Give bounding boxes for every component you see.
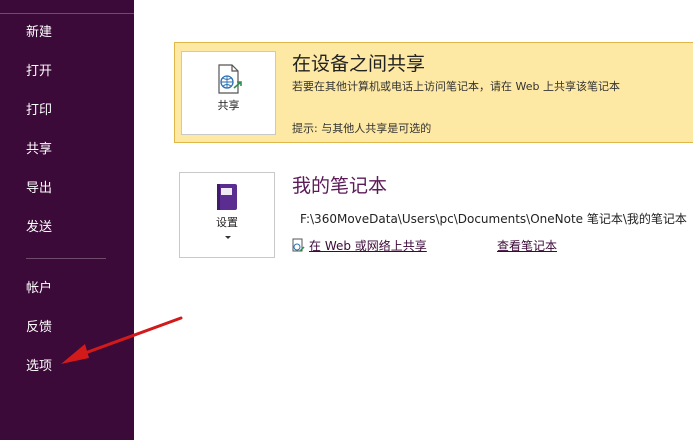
notebook-settings-label: 设置: [216, 216, 238, 229]
nav-open[interactable]: 打开: [26, 63, 52, 81]
share-web-icon: [292, 238, 305, 252]
share-button[interactable]: 共享: [181, 51, 276, 135]
share-card-description: 若要在其他计算机或电话上访问笔记本，请在 Web 上共享该笔记本: [292, 80, 620, 93]
nav-print[interactable]: 打印: [26, 102, 52, 120]
nav-feedback[interactable]: 反馈: [26, 319, 52, 337]
nav-account[interactable]: 帐户: [26, 280, 52, 298]
chevron-down-icon: [225, 236, 231, 239]
backstage-sidebar: 新建 打开 打印 共享 导出 发送 帐户 反馈 选项: [0, 0, 134, 440]
globe-share-icon: [218, 64, 242, 94]
share-button-label: 共享: [217, 99, 240, 112]
notebook-icon: [217, 184, 237, 210]
nav-send[interactable]: 发送: [26, 219, 52, 237]
notebook-path: F:\360MoveData\Users\pc\Documents\OneNot…: [300, 212, 687, 226]
share-card-title: 在设备之间共享: [292, 53, 426, 75]
share-card-hint: 提示: 与其他人共享是可选的: [292, 122, 432, 135]
sidebar-top-divider: [0, 0, 134, 14]
nav-new[interactable]: 新建: [26, 24, 52, 42]
nav-export[interactable]: 导出: [26, 180, 52, 198]
notebook-title: 我的笔记本: [292, 175, 388, 197]
view-notebook-link[interactable]: 查看笔记本: [497, 238, 557, 254]
notebook-settings-button[interactable]: 设置: [179, 172, 275, 258]
sidebar-divider: [26, 258, 106, 259]
share-between-devices-card: 共享 在设备之间共享 若要在其他计算机或电话上访问笔记本，请在 Web 上共享该…: [174, 42, 693, 143]
nav-share[interactable]: 共享: [26, 141, 52, 159]
red-arrow-annotation: [61, 316, 183, 364]
share-on-web-link[interactable]: 在 Web 或网络上共享: [309, 238, 427, 254]
nav-options[interactable]: 选项: [26, 358, 52, 376]
